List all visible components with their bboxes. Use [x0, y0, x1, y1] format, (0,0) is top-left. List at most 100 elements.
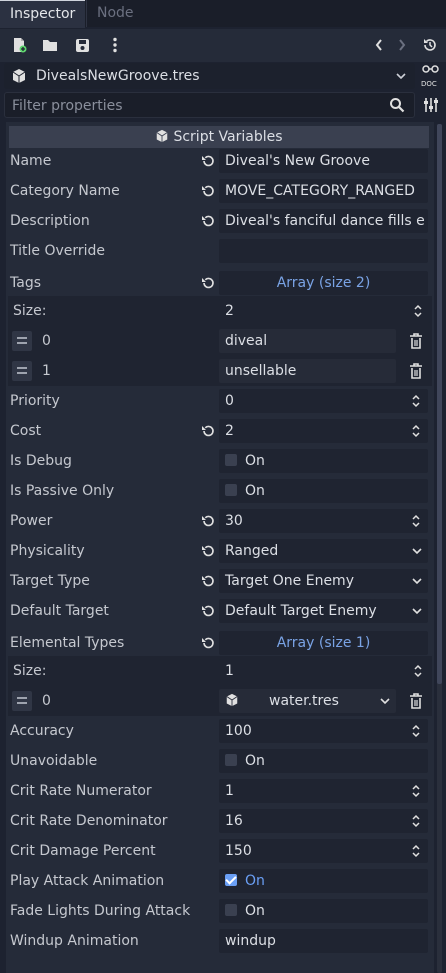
prop-label: Crit Rate Denominator: [10, 813, 168, 829]
checkbox-checked-icon: [225, 874, 237, 886]
default-target-dropdown[interactable]: Default Target Enemy: [219, 599, 428, 623]
elemental-resource-picker[interactable]: water.tres: [219, 689, 396, 713]
spinner-icon[interactable]: [414, 664, 422, 678]
prop-label: Category Name: [10, 183, 120, 199]
windup-animation-field[interactable]: windup: [219, 929, 428, 953]
tools-icon[interactable]: [422, 96, 440, 114]
tags-size-field[interactable]: 2: [219, 299, 430, 323]
power-field[interactable]: 30: [219, 509, 428, 533]
filter-input[interactable]: [10, 95, 384, 117]
vertical-scrollbar[interactable]: [437, 124, 442, 973]
description-field[interactable]: Diveal's fanciful dance fills e: [219, 209, 428, 233]
crit-damage-percent-field[interactable]: 150: [219, 839, 428, 863]
section-title: Script Variables: [173, 129, 283, 145]
history-icon[interactable]: [421, 35, 439, 55]
checkbox-icon: [225, 754, 237, 766]
drag-handle-icon[interactable]: [12, 361, 32, 381]
svg-text:DOC: DOC: [421, 80, 437, 88]
tab-inspector[interactable]: Inspector: [0, 0, 86, 28]
priority-field[interactable]: 0: [219, 389, 428, 413]
resource-selector[interactable]: DivealsNewGroove.tres: [4, 63, 415, 89]
history-back-icon[interactable]: [370, 35, 388, 55]
revert-icon[interactable]: [200, 635, 216, 651]
tags-array-button[interactable]: Array (size 2): [219, 271, 428, 295]
revert-icon[interactable]: [200, 213, 216, 229]
unavoidable-checkbox[interactable]: On: [219, 749, 428, 773]
revert-icon[interactable]: [200, 513, 216, 529]
spinner-icon[interactable]: [412, 424, 420, 438]
revert-icon[interactable]: [200, 275, 216, 291]
trash-icon[interactable]: [406, 361, 426, 381]
more-options-icon[interactable]: [106, 35, 124, 55]
elemental-item-0: 0 water.tres: [8, 686, 432, 716]
prop-label: Crit Rate Numerator: [10, 783, 152, 799]
open-folder-icon[interactable]: [41, 35, 59, 55]
search-icon: [390, 98, 405, 113]
prop-label: Play Attack Animation: [10, 873, 165, 889]
accuracy-field[interactable]: 100: [219, 719, 428, 743]
scrollbar-thumb[interactable]: [437, 124, 442, 684]
prop-label: Name: [10, 153, 52, 169]
elemental-size-field[interactable]: 1: [219, 659, 430, 683]
doc-icon[interactable]: DOC: [420, 64, 442, 88]
drag-handle-icon[interactable]: [12, 331, 32, 351]
revert-icon[interactable]: [200, 603, 216, 619]
trash-icon[interactable]: [406, 331, 426, 351]
section-script-variables[interactable]: Script Variables: [9, 126, 429, 148]
is-passive-only-checkbox[interactable]: On: [219, 479, 428, 503]
target-type-dropdown[interactable]: Target One Enemy: [219, 569, 428, 593]
fade-lights-checkbox[interactable]: On: [219, 899, 428, 923]
prop-label: Title Override: [10, 243, 106, 259]
spinner-icon[interactable]: [412, 844, 420, 858]
spinner-icon[interactable]: [412, 724, 420, 738]
chevron-down-icon: [380, 698, 390, 705]
resource-name: DivealsNewGroove.tres: [36, 68, 200, 84]
spinner-icon[interactable]: [412, 514, 420, 528]
drag-handle-icon[interactable]: [12, 691, 32, 711]
accuracy-value: 100: [225, 723, 252, 739]
physicality-dropdown[interactable]: Ranged: [219, 539, 428, 563]
cost-field[interactable]: 2: [219, 419, 428, 443]
prop-label: Windup Animation: [10, 933, 139, 949]
tag-value-field[interactable]: diveal: [219, 329, 396, 353]
spinner-icon[interactable]: [412, 814, 420, 828]
crit-rate-numerator-field[interactable]: 1: [219, 779, 428, 803]
crit-dmg-value: 150: [225, 843, 252, 859]
elemental-resource-name: water.tres: [269, 693, 339, 709]
name-field[interactable]: Diveal's New Groove: [219, 149, 428, 173]
spinner-icon[interactable]: [412, 394, 420, 408]
spinner-icon[interactable]: [414, 304, 422, 318]
prop-label: Target Type: [10, 573, 90, 589]
revert-icon[interactable]: [200, 543, 216, 559]
prop-label: Unavoidable: [10, 753, 98, 769]
prop-physicality: Physicality Ranged: [6, 536, 434, 566]
play-attack-animation-checkbox[interactable]: On: [219, 869, 428, 893]
tab-node[interactable]: Node: [86, 0, 144, 27]
prop-label: Is Debug: [10, 453, 72, 469]
new-resource-icon[interactable]: [10, 35, 28, 55]
crit-rate-denominator-field[interactable]: 16: [219, 809, 428, 833]
tags-item-1: 1 unsellable: [8, 356, 432, 386]
revert-icon[interactable]: [200, 153, 216, 169]
revert-icon[interactable]: [200, 183, 216, 199]
chevron-down-icon: [396, 73, 406, 80]
prop-label: Cost: [10, 423, 42, 439]
is-debug-checkbox[interactable]: On: [219, 449, 428, 473]
revert-icon[interactable]: [200, 573, 216, 589]
prop-label: Default Target: [10, 603, 109, 619]
tag-value-field[interactable]: unsellable: [219, 359, 396, 383]
elemental-types-array-button[interactable]: Array (size 1): [219, 631, 428, 655]
category-name-field[interactable]: MOVE_CATEGORY_RANGED: [219, 179, 428, 203]
save-icon[interactable]: [73, 35, 91, 55]
prop-label: Power: [10, 513, 53, 529]
checkbox-label: On: [245, 753, 265, 769]
crit-num-value: 1: [225, 783, 234, 799]
history-forward-icon[interactable]: [393, 35, 411, 55]
trash-icon[interactable]: [406, 691, 426, 711]
title-override-field[interactable]: [219, 239, 428, 263]
prop-play-attack-animation: Play Attack Animation On: [6, 866, 434, 896]
revert-icon[interactable]: [200, 423, 216, 439]
elemental-size-value: 1: [225, 663, 234, 679]
spinner-icon[interactable]: [412, 784, 420, 798]
chevron-down-icon: [412, 578, 422, 585]
